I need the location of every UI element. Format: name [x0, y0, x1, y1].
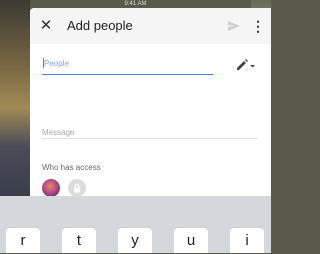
status-bar-time: 9:41 AM — [124, 1, 147, 7]
people-input[interactable] — [42, 54, 209, 72]
dialog-toolbar: ✕ Add people ⋮ — [30, 8, 271, 44]
send-icon — [228, 21, 240, 31]
send-button[interactable] — [225, 17, 243, 35]
more-options-button[interactable]: ⋮ — [251, 16, 265, 36]
more-vert-icon: ⋮ — [251, 18, 265, 34]
key-r[interactable]: r — [6, 228, 40, 253]
permission-edit-button[interactable] — [233, 56, 257, 72]
people-field[interactable] — [42, 54, 213, 75]
key-y[interactable]: y — [118, 228, 152, 253]
key-u[interactable]: u — [174, 228, 208, 253]
message-input[interactable] — [42, 125, 257, 140]
on-screen-keyboard: r t y u i — [0, 196, 271, 253]
lock-icon — [74, 183, 80, 193]
who-has-access-label: Who has access — [42, 163, 101, 172]
key-t[interactable]: t — [62, 228, 96, 253]
dialog-title: Add people — [67, 18, 133, 33]
close-button[interactable]: ✕ — [36, 16, 56, 36]
key-i[interactable]: i — [230, 228, 264, 253]
message-field[interactable] — [42, 122, 257, 140]
pencil-dropdown-icon — [237, 59, 255, 70]
lock-avatar[interactable] — [68, 179, 86, 196]
close-icon: ✕ — [39, 17, 53, 34]
avatar[interactable] — [42, 179, 60, 196]
text-cursor — [43, 58, 44, 68]
background-left — [0, 0, 30, 196]
add-people-dialog: ✕ Add people ⋮ Who has access — [30, 8, 271, 196]
